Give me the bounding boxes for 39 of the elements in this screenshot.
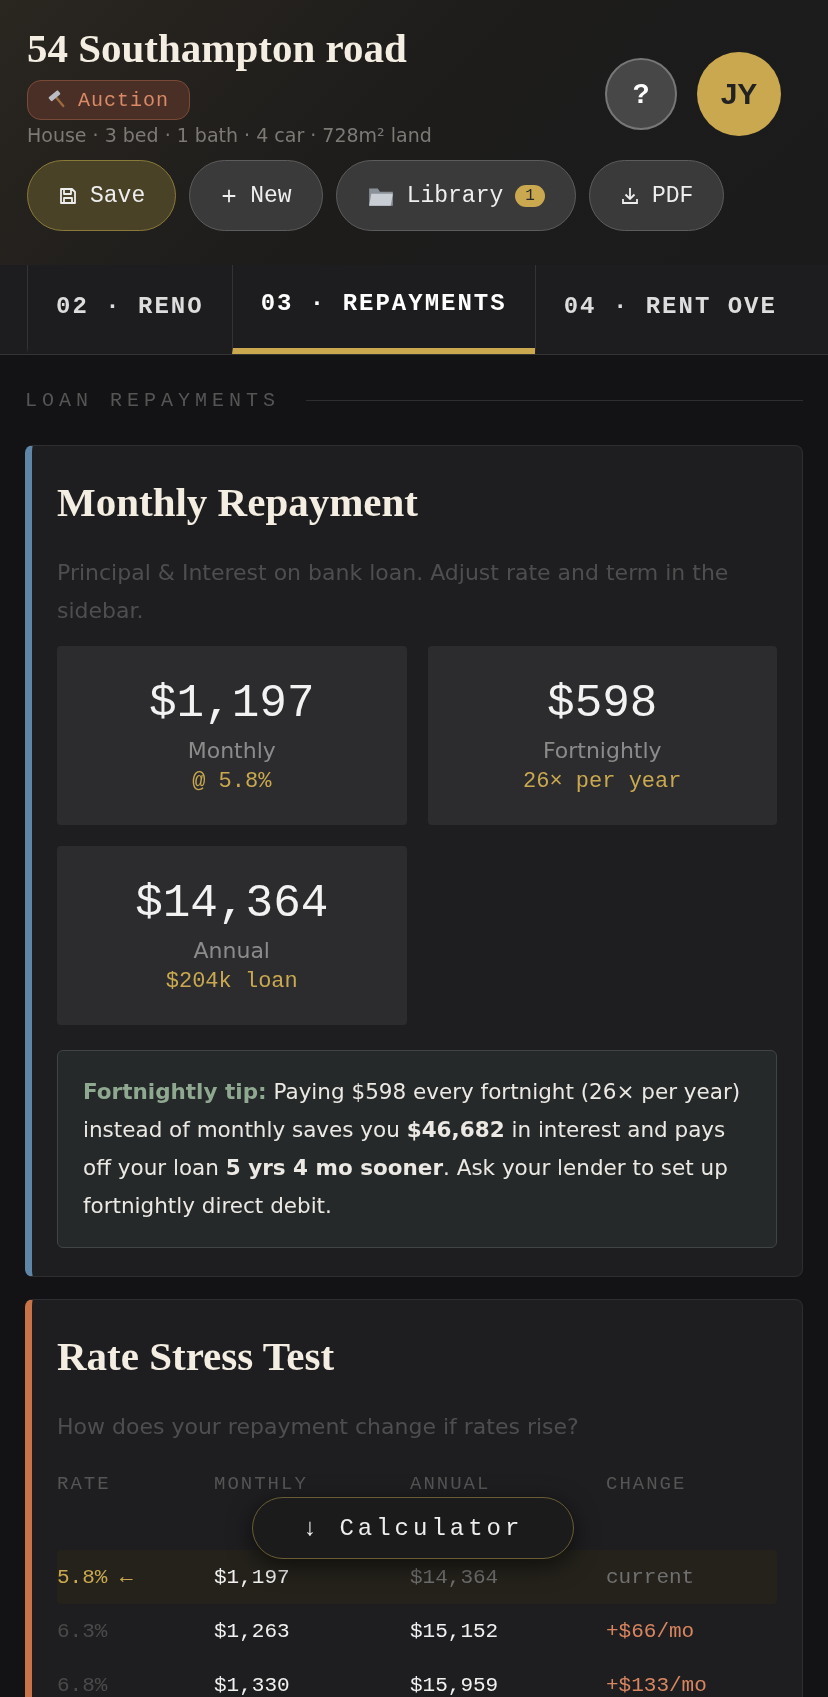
auction-badge: Auction (27, 80, 190, 120)
tab[interactable]: 02 · RENO (27, 265, 232, 354)
save-icon (58, 185, 78, 206)
stat-note: $204k loan (165, 968, 298, 994)
stat-value: $598 (547, 677, 658, 730)
stat-note: 26× per year (523, 768, 682, 794)
section-label: LOAN REPAYMENTS (25, 388, 281, 412)
stat-value: $14,364 (135, 877, 329, 930)
stat-label: Fortnightly (542, 737, 662, 763)
stat-value: $1,197 (148, 677, 315, 730)
stat-note: @ 5.8% (192, 768, 272, 794)
change-cell-text: +$133/mo (606, 1673, 708, 1697)
property-title: 54 Southampton road (27, 26, 408, 70)
monthly-cell-text: $1,330 (214, 1673, 291, 1697)
property-details: House · 3 bed · 1 bath · 4 car · 728m² land (27, 124, 432, 146)
change-cell-text: current (606, 1565, 696, 1589)
stat-label: Monthly (187, 737, 276, 763)
annual-cell-text: $15,152 (410, 1619, 500, 1643)
monthly-cell-text: $1,263 (214, 1619, 291, 1643)
download-icon (619, 185, 640, 206)
rate-cell-text: 5.8% ← (57, 1565, 134, 1589)
annual-cell-text: $14,364 (410, 1565, 500, 1589)
stat-label: Annual (193, 937, 270, 963)
tab[interactable]: 03 · REPAYMENTS (231, 265, 535, 354)
tab[interactable]: 04 · RENT OVE (534, 265, 805, 354)
card-title: Rate Stress Test (57, 1332, 336, 1380)
save-button[interactable]: Save (27, 160, 177, 231)
tip-text: Fortnightly tip: Paying $598 every fortnight (26× per year) instead of monthly saves you $46,682 in interest and pays off your loan 5 yrs 4 mo sooner. Ask your lender to set up fortnightly direct debit. (83, 1078, 742, 1220)
count-badge: 1 (515, 184, 545, 207)
help-button[interactable]: ? (605, 58, 677, 130)
annual-cell-text: $15,959 (410, 1673, 500, 1697)
calculator-button[interactable]: ↓ Calculator (252, 1497, 574, 1559)
library-button[interactable]: Library 1 (335, 160, 576, 231)
monthly-cell-text: $1,197 (214, 1565, 291, 1589)
user-avatar[interactable]: JY (697, 52, 781, 136)
pdf-button[interactable]: PDF (588, 160, 725, 231)
new-button[interactable]: New (189, 160, 323, 231)
change-cell-text: +$66/mo (606, 1619, 696, 1643)
card-title: Monthly Repayment (57, 478, 419, 526)
